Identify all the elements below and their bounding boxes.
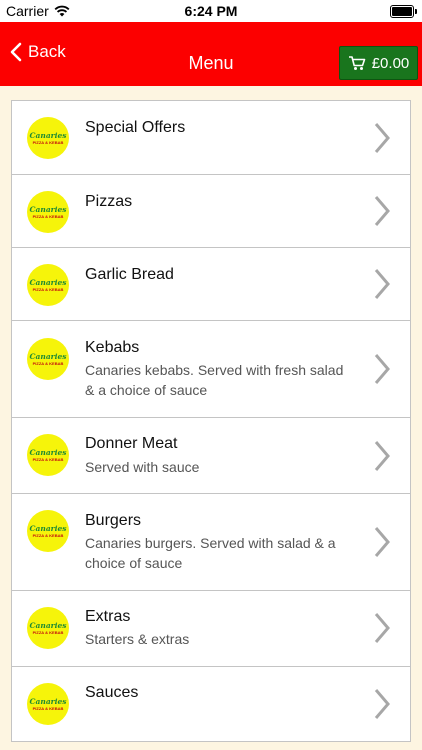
logo-text: Canaries [29,130,67,140]
menu-item-title: Donner Meat [85,435,178,452]
menu-item-special-offers[interactable]: Canaries PIZZA & KEBAB Special Offers [11,100,411,174]
menu-item-description: Served with sauce [85,459,200,475]
menu-item-extras[interactable]: Canaries PIZZA & KEBAB Extras Starters &… [11,590,411,666]
chevron-right-icon [374,123,390,153]
logo-subtext: PIZZA & KEBAB [32,532,64,538]
menu-item-kebabs[interactable]: Canaries PIZZA & KEBAB Kebabs Canaries k… [11,320,411,417]
menu-item-pizzas[interactable]: Canaries PIZZA & KEBAB Pizzas [11,174,411,247]
menu-item-title: Burgers [85,512,142,529]
chevron-right-icon [374,613,390,643]
chevron-right-icon [374,689,390,719]
menu-item-title: Kebabs [85,339,140,356]
menu-item-description: Canaries kebabs. Served with fresh salad… [85,362,344,398]
battery-icon [390,5,417,18]
chevron-right-icon [374,196,390,226]
menu-item-donner-meat[interactable]: Canaries PIZZA & KEBAB Donner Meat Serve… [11,417,411,493]
logo-text: Canaries [29,696,67,706]
menu-list: Canaries PIZZA & KEBAB Special Offers Ca… [11,100,411,742]
menu-item-description: Starters & extras [85,631,190,647]
logo-text: Canaries [29,523,67,533]
logo-subtext: PIZZA & KEBAB [32,139,64,145]
status-time: 6:24 PM [184,3,238,19]
logo-subtext: PIZZA & KEBAB [32,286,64,292]
logo-text: Canaries [29,351,67,361]
chevron-right-icon [374,441,390,471]
logo-subtext: PIZZA & KEBAB [32,705,64,711]
menu-item-title: Garlic Bread [85,266,174,283]
logo-text: Canaries [29,277,67,287]
restaurant-logo: Canaries PIZZA & KEBAB [27,191,69,233]
menu-item-title: Pizzas [85,193,133,210]
menu-item-sauces[interactable]: Canaries PIZZA & KEBAB Sauces [11,666,411,742]
logo-text: Canaries [29,620,67,630]
logo-subtext: PIZZA & KEBAB [32,629,64,635]
chevron-right-icon [374,354,390,384]
menu-item-title: Extras [85,608,131,625]
logo-text: Canaries [29,204,67,214]
menu-item-description: Canaries burgers. Served with salad & a … [85,535,336,571]
menu-item-burgers[interactable]: Canaries PIZZA & KEBAB Burgers Canaries … [11,493,411,590]
logo-text: Canaries [29,447,67,457]
restaurant-logo: Canaries PIZZA & KEBAB [27,264,69,306]
logo-subtext: PIZZA & KEBAB [32,360,64,366]
chevron-right-icon [374,527,390,557]
logo-subtext: PIZZA & KEBAB [32,213,64,219]
restaurant-logo: Canaries PIZZA & KEBAB [27,510,69,552]
restaurant-logo: Canaries PIZZA & KEBAB [27,607,69,649]
navigation-bar: Back Menu £0.00 [0,22,422,86]
menu-item-garlic-bread[interactable]: Canaries PIZZA & KEBAB Garlic Bread [11,247,411,320]
chevron-right-icon [374,269,390,299]
restaurant-logo: Canaries PIZZA & KEBAB [27,338,69,380]
cart-icon [348,56,366,70]
menu-item-title: Sauces [85,684,139,701]
restaurant-logo: Canaries PIZZA & KEBAB [27,117,69,159]
menu-item-title: Special Offers [85,119,186,136]
restaurant-logo: Canaries PIZZA & KEBAB [27,683,69,725]
logo-subtext: PIZZA & KEBAB [32,456,64,462]
cart-button[interactable]: £0.00 [339,46,418,80]
status-bar: Carrier 6:24 PM [0,0,422,22]
restaurant-logo: Canaries PIZZA & KEBAB [27,434,69,476]
cart-total: £0.00 [371,54,410,72]
